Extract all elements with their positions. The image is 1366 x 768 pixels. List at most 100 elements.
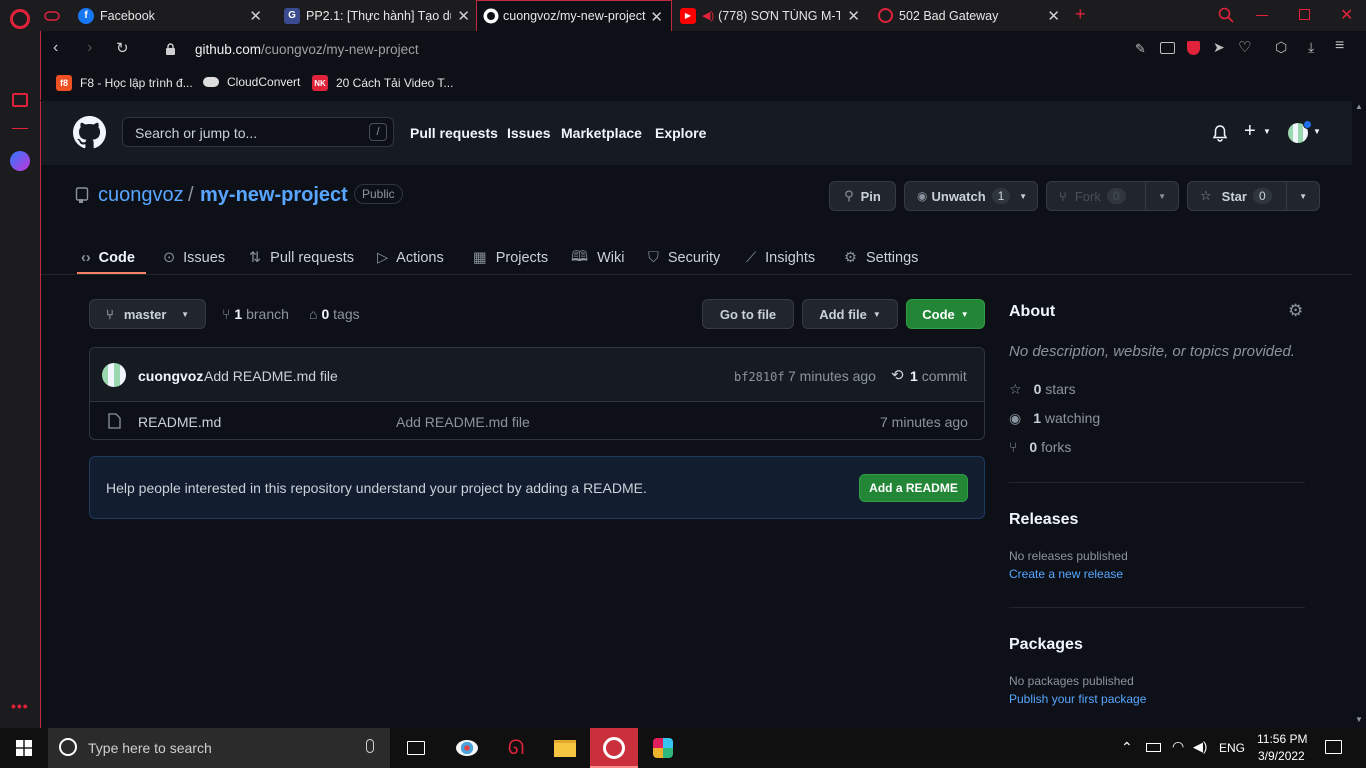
author-avatar[interactable] [102, 363, 126, 387]
nav-issues[interactable]: Issues [507, 125, 551, 141]
restore-icon[interactable] [1299, 9, 1310, 20]
tab-settings[interactable]: ⚙ Settings [844, 241, 918, 275]
releases-title[interactable]: Releases [1009, 511, 1078, 529]
send-icon[interactable]: ➤ [1213, 39, 1225, 56]
close-icon[interactable]: ✕ [457, 7, 470, 25]
forward-icon[interactable]: › [87, 39, 92, 57]
tab-security[interactable]: ⛉ Security [648, 241, 720, 275]
watching-link[interactable]: ◉ 1 watching [1009, 410, 1100, 427]
stars-link[interactable]: ☆ 0 stars [1009, 381, 1076, 398]
sidebar-more-icon[interactable]: ••• [11, 698, 29, 714]
tab-projects[interactable]: ▦ Projects [473, 241, 548, 275]
tab-wiki[interactable]: 🕮 Wiki [571, 241, 625, 275]
gamepad-icon[interactable] [44, 10, 60, 22]
language-indicator[interactable]: ENG [1219, 741, 1245, 755]
opera-taskbar-button[interactable] [590, 728, 638, 768]
branches-link[interactable]: ⑂ 1 branch [222, 306, 289, 322]
bell-icon[interactable] [1212, 125, 1228, 142]
notification-center-icon[interactable] [1325, 740, 1342, 754]
browser-tab-badgateway[interactable]: 502 Bad Gateway ✕ [872, 0, 1068, 31]
search-tabs-icon[interactable] [1218, 7, 1234, 23]
browser-tab-facebook[interactable]: f Facebook ✕ [40, 0, 270, 31]
opera-logo-icon[interactable] [10, 9, 30, 29]
commits-link[interactable]: 1 commit [910, 368, 967, 384]
minimize-icon[interactable] [1256, 15, 1268, 16]
star-button[interactable]: ☆ Star 0 ▼ [1187, 181, 1320, 211]
cube-icon[interactable]: ⬡ [1275, 39, 1287, 56]
branch-select[interactable]: ⑂ master ▼ [89, 299, 206, 329]
wifi-icon[interactable]: ◠ [1172, 738, 1184, 755]
go-to-file-button[interactable]: Go to file [702, 299, 794, 329]
tab-insights[interactable]: ⟋ Insights [746, 241, 815, 275]
packages-title[interactable]: Packages [1009, 636, 1083, 654]
scroll-up-arrow[interactable]: ▲ [1355, 102, 1363, 111]
heart-icon[interactable]: ♡ [1238, 38, 1251, 56]
slack-icon[interactable] [651, 736, 675, 760]
microphone-icon[interactable] [366, 739, 374, 753]
unwatch-button[interactable]: ◉ Unwatch 1 ▼ [904, 181, 1038, 211]
code-button[interactable]: Code ▼ [906, 299, 985, 329]
adblock-icon[interactable] [1187, 41, 1200, 55]
edit-url-icon[interactable]: ✎ [1135, 41, 1146, 57]
new-tab-icon[interactable]: + [1075, 4, 1086, 25]
file-commit-message[interactable]: Add README.md file [396, 414, 530, 430]
window-close-icon[interactable]: ✕ [1340, 5, 1353, 25]
battery-icon[interactable] [1146, 743, 1161, 752]
repo-owner-link[interactable]: cuongvoz [98, 184, 184, 207]
tab-issues[interactable]: ⊙ Issues [163, 241, 225, 275]
chevron-down-icon[interactable]: ▼ [1263, 127, 1271, 136]
pin-button[interactable]: ⚲ Pin [829, 181, 896, 211]
windows-start-icon[interactable] [16, 740, 32, 756]
tab-pull-requests[interactable]: ⇅ Pull requests [249, 241, 354, 275]
about-settings-gear-icon[interactable]: ⚙ [1288, 301, 1303, 321]
menu-icon[interactable]: ≡ [1335, 37, 1344, 55]
scrollbar[interactable]: ▲ ▼ [1352, 101, 1366, 728]
paint-app-icon[interactable] [455, 736, 479, 760]
volume-icon[interactable]: ◀) [1193, 739, 1207, 755]
chevron-down-icon[interactable]: ▼ [1313, 127, 1321, 136]
clock-time[interactable]: 11:56 PM [1257, 732, 1307, 746]
tab-code[interactable]: ‹› Code [81, 241, 135, 275]
forks-link[interactable]: ⑂ 0 forks [1009, 439, 1071, 455]
scroll-down-arrow[interactable]: ▼ [1355, 715, 1363, 724]
add-readme-button[interactable]: Add a README [859, 474, 968, 502]
show-hidden-icons[interactable]: ⌃ [1121, 739, 1133, 756]
commit-message[interactable]: Add README.md file [204, 368, 338, 384]
search-input[interactable]: Search or jump to... / [122, 117, 394, 147]
close-icon[interactable]: ✕ [249, 7, 262, 25]
browser-tab-youtube[interactable]: ▶ ◀) (778) SƠN TÙNG M-TP ✕ [674, 0, 868, 31]
browser-tab-github[interactable]: cuongvoz/my-new-project ✕ [476, 0, 672, 31]
publish-package-link[interactable]: Publish your first package [1009, 692, 1146, 706]
messenger-icon[interactable] [10, 151, 30, 171]
clock-date[interactable]: 3/9/2022 [1258, 749, 1305, 763]
back-icon[interactable]: ‹ [53, 39, 58, 57]
close-icon[interactable]: ✕ [1047, 7, 1060, 25]
camera-icon[interactable] [1160, 42, 1175, 54]
taskbar-search-input[interactable]: Type here to search [48, 728, 390, 768]
download-icon[interactable]: ⤓ [1308, 39, 1314, 56]
tab-actions[interactable]: ▷ Actions [377, 241, 444, 275]
workspaces-icon[interactable] [12, 93, 28, 107]
tags-link[interactable]: ⌂ 0 tags [309, 306, 360, 322]
url-field[interactable]: github.com/cuongvoz/my-new-project [195, 42, 419, 57]
file-name-link[interactable]: README.md [138, 414, 221, 430]
bookmark-cloudconvert[interactable]: CloudConvert [203, 75, 300, 89]
nav-marketplace[interactable]: Marketplace [561, 125, 642, 141]
file-explorer-icon[interactable] [553, 736, 577, 760]
close-icon[interactable]: ✕ [650, 8, 663, 26]
add-file-button[interactable]: Add file ▼ [802, 299, 898, 329]
github-logo-icon[interactable] [73, 116, 106, 149]
nav-pull-requests[interactable]: Pull requests [410, 125, 498, 141]
create-release-link[interactable]: Create a new release [1009, 567, 1123, 581]
reload-icon[interactable]: ↻ [116, 39, 129, 57]
commit-author[interactable]: cuongvoz [138, 368, 203, 384]
fork-button[interactable]: ⑂ Fork 0 ▼ [1046, 181, 1179, 211]
browser-tab-pp21[interactable]: G PP2.1: [Thực hành] Tạo dự á ✕ [278, 0, 478, 31]
commit-sha[interactable]: bf2810f [734, 370, 785, 384]
create-new-icon[interactable]: + [1244, 120, 1256, 143]
nav-explore[interactable]: Explore [655, 125, 706, 141]
task-view-icon[interactable] [404, 736, 428, 760]
bookmark-20cach[interactable]: NK 20 Cách Tải Video T... [312, 75, 453, 91]
lock-icon[interactable] [165, 43, 176, 56]
close-icon[interactable]: ✕ [847, 7, 860, 25]
